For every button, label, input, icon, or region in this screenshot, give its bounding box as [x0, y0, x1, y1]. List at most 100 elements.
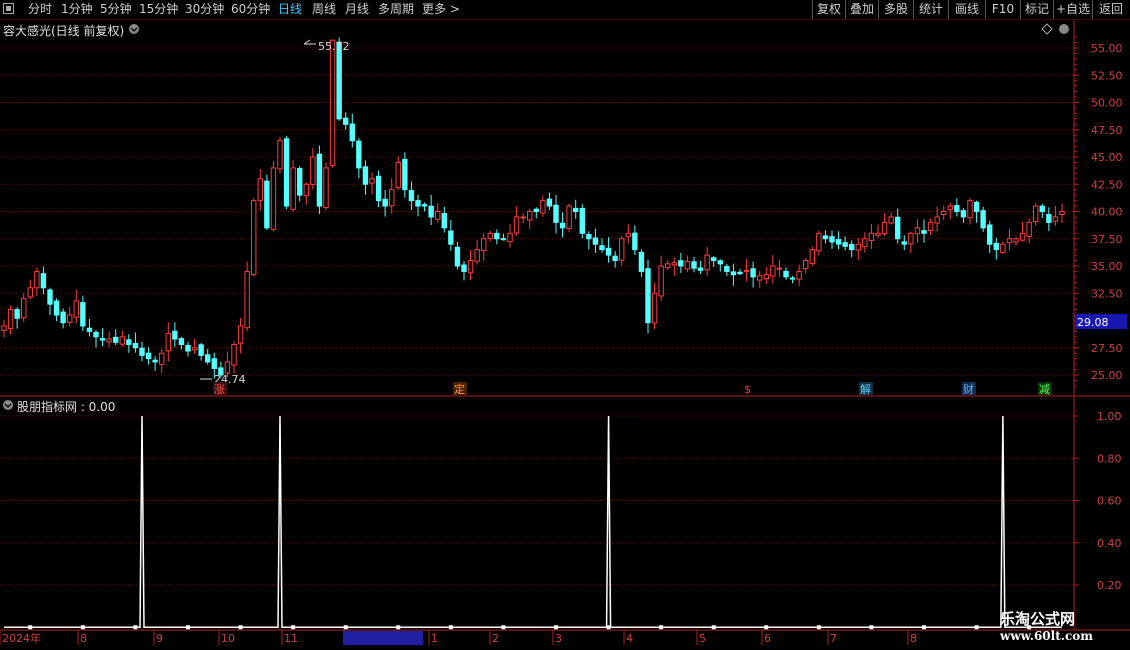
candle [191, 338, 198, 355]
candle [435, 203, 441, 223]
candle [573, 199, 579, 219]
price-tick-label: 42.50 [1091, 178, 1123, 191]
candle [34, 267, 40, 297]
date-axis: 2024年8910112024/11/27/三12345678 [0, 630, 917, 645]
candle [901, 235, 907, 251]
indicator-tick-label: 0.20 [1097, 579, 1122, 592]
date-tick-label: 10 [221, 632, 235, 645]
svg-text:减: 减 [1039, 383, 1050, 396]
candle [546, 192, 553, 210]
candle [750, 261, 756, 288]
event-marker-jie[interactable]: 解 [859, 382, 873, 396]
candle [297, 165, 303, 202]
event-marker-zhang[interactable]: 涨 [213, 382, 227, 396]
candle [527, 208, 533, 229]
candle [993, 237, 999, 260]
indicator-dot [133, 625, 138, 630]
candle [467, 250, 474, 281]
candle [461, 261, 467, 281]
event-marker-cai[interactable]: 财 [962, 382, 976, 396]
candle [980, 206, 986, 232]
candle [520, 213, 526, 224]
candle [27, 279, 33, 300]
candle [172, 322, 178, 347]
candle [816, 230, 822, 256]
candle [625, 224, 631, 244]
date-tick-label: 8 [80, 632, 87, 645]
candle [67, 306, 73, 327]
indicator-dot [816, 625, 821, 630]
chart-title: 容大感光(日线 前复权) [3, 24, 125, 38]
candle [53, 298, 60, 322]
candle [612, 251, 618, 268]
indicator-dot [922, 625, 926, 630]
diamond-icon[interactable] [1041, 23, 1053, 35]
date-tick-label: 2 [492, 632, 499, 645]
candle [1000, 241, 1006, 255]
indicator-series [4, 415, 1062, 630]
indicator-dot [606, 625, 611, 630]
indicator-options-icon[interactable] [3, 400, 13, 410]
candle [849, 240, 855, 258]
candle [126, 334, 132, 353]
candle [914, 219, 921, 243]
candle [566, 203, 572, 233]
candle [47, 287, 53, 315]
candle [619, 235, 625, 266]
candle [454, 241, 461, 270]
indicator-title: 股朋指标网 : 0.00 [17, 400, 116, 414]
event-marker-jian[interactable]: 减 [1038, 382, 1052, 396]
candle [60, 308, 66, 329]
candle [106, 331, 112, 348]
candle [973, 200, 980, 223]
candle [763, 266, 769, 284]
indicator-tick-label: 0.40 [1097, 537, 1122, 550]
candle [842, 236, 848, 251]
candle [421, 202, 428, 212]
candle [658, 255, 664, 301]
candle [119, 330, 125, 347]
candle [165, 322, 171, 362]
indicator-dot [291, 625, 296, 630]
candle [632, 225, 638, 256]
candle [789, 275, 796, 284]
candle [645, 259, 651, 334]
candle [954, 198, 960, 217]
candle [283, 135, 290, 210]
candle [369, 172, 375, 195]
candle [855, 238, 861, 261]
candle [697, 260, 704, 275]
candle [145, 347, 152, 365]
event-marker-dollar[interactable]: $ [741, 382, 753, 396]
price-tick-label: 35.00 [1091, 260, 1123, 273]
chart-canvas[interactable]: 55.00 52.50 50.00 47.50 45.00 42.50 40.00 37.50… [0, 0, 1130, 650]
candle [941, 205, 947, 220]
price-tick-label: 40.00 [1091, 206, 1123, 219]
candle [1033, 203, 1039, 226]
svg-text:财: 财 [963, 382, 974, 396]
price-tick-label: 45.00 [1091, 151, 1123, 164]
candle [711, 256, 717, 267]
candle [862, 232, 868, 253]
indicator-dot [448, 625, 453, 630]
panel-settings-icon[interactable] [1059, 24, 1069, 34]
candle [757, 271, 763, 288]
candle [73, 289, 79, 324]
indicator-dot [238, 625, 243, 630]
candle [921, 219, 927, 243]
event-marker-ding[interactable]: 定 [453, 382, 467, 396]
candle [533, 207, 539, 219]
candle [967, 198, 973, 225]
candle [829, 230, 835, 249]
indicator-line [4, 415, 1062, 628]
candle [270, 161, 277, 232]
candle [684, 255, 691, 273]
candle [592, 228, 599, 253]
candle [1052, 206, 1059, 226]
candle [178, 336, 185, 350]
chart-options-icon[interactable] [129, 24, 139, 34]
candle [586, 231, 592, 250]
svg-text:涨: 涨 [214, 383, 225, 396]
candle [40, 266, 47, 295]
candle [231, 341, 237, 374]
